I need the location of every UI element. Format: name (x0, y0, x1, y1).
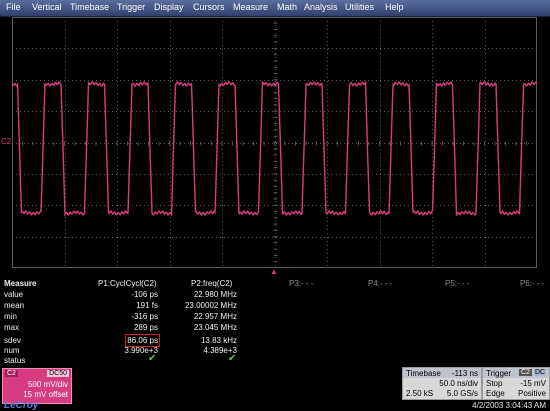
p1-sdev: 86.06 ps (125, 334, 160, 347)
lecroy-logo: LeCroy (4, 400, 39, 411)
p2-status-check-icon: ✔ (228, 353, 237, 364)
row-label-value: value (4, 290, 24, 299)
trigger-type: Edge (486, 389, 505, 398)
waveform-grid (12, 17, 537, 268)
p6-header[interactable]: P6:- - - (520, 279, 544, 288)
p2-header[interactable]: P2:freq(C2) (191, 279, 232, 288)
p3-header[interactable]: P3:- - - (289, 279, 313, 288)
row-label-min: min (4, 312, 17, 321)
p1-max: 289 ps (133, 323, 158, 332)
p2-value: 22.980 MHz (193, 290, 237, 299)
p1-min: -316 ps (131, 312, 158, 321)
menu-cursors[interactable]: Cursors (193, 2, 225, 12)
trigger-channel: C2 (519, 369, 532, 376)
channel-label: C2 (5, 370, 18, 377)
trace-channel-marker[interactable]: C2 (1, 137, 11, 147)
timebase-points: 2.50 kS (406, 389, 434, 398)
menu-vertical[interactable]: Vertical (32, 2, 62, 12)
row-label-status: status (4, 356, 26, 365)
menu-timebase[interactable]: Timebase (70, 2, 109, 12)
trigger-descriptor[interactable]: Trigger C2 DC Stop -15 mV Edge Positive (482, 367, 550, 400)
timebase-rate: 5.0 GS/s (446, 389, 478, 398)
row-label-sdev: sdev (4, 336, 21, 345)
menu-display[interactable]: Display (154, 2, 184, 12)
menu-utilities[interactable]: Utilities (345, 2, 374, 12)
trigger-coupling: DC (534, 369, 547, 376)
p1-header[interactable]: P1:CyclCycl(C2) (98, 279, 157, 288)
trigger-mode: Stop (486, 379, 503, 388)
waveform-display[interactable] (12, 17, 537, 268)
channel-vdiv: 500 mV/div (27, 380, 68, 389)
row-label-mean: mean (4, 301, 25, 310)
menu-measure[interactable]: Measure (233, 2, 268, 12)
timebase-title: Timebase (406, 369, 441, 378)
timebase-delay: -113 ns (451, 369, 478, 378)
measure-title: Measure (4, 279, 37, 288)
channel-c2-descriptor[interactable]: C2 DC50 500 mV/div 15 mV offset (2, 368, 72, 404)
channel-coupling: DC50 (47, 370, 69, 377)
p1-status-check-icon: ✔ (148, 353, 157, 364)
p4-header[interactable]: P4:- - - (368, 279, 392, 288)
p2-max: 23.045 MHz (193, 323, 237, 332)
trigger-slope: Positive (517, 389, 546, 398)
row-label-num: num (4, 346, 20, 355)
menu-trigger[interactable]: Trigger (117, 2, 145, 12)
menu-help[interactable]: Help (385, 2, 404, 12)
p2-mean: 23.00002 MHz (184, 301, 237, 310)
trigger-position-marker[interactable]: ▲ (270, 268, 278, 276)
menu-file[interactable]: File (6, 2, 21, 12)
p5-header[interactable]: P5:- - - (445, 279, 469, 288)
p2-min: 22.957 MHz (193, 312, 237, 321)
menu-bar: File Vertical Timebase Trigger Display C… (0, 0, 550, 17)
timebase-descriptor[interactable]: Timebase -113 ns 50.0 ns/div 2.50 kS 5.0… (402, 367, 482, 400)
p1-mean: 191 fs (136, 301, 158, 310)
menu-analysis[interactable]: Analysis (304, 2, 338, 12)
menu-math[interactable]: Math (277, 2, 297, 12)
timebase-tdiv: 50.0 ns/div (439, 379, 478, 388)
trigger-title: Trigger (486, 369, 512, 378)
row-label-max: max (4, 323, 20, 332)
date-time: 4/2/2003 3:04:43 AM (472, 401, 546, 410)
channel-offset: 15 mV offset (23, 390, 68, 399)
p1-value: -106 ps (131, 290, 158, 299)
trigger-level: -15 mV (520, 379, 546, 388)
p2-sdev: 13.83 kHz (200, 336, 237, 345)
